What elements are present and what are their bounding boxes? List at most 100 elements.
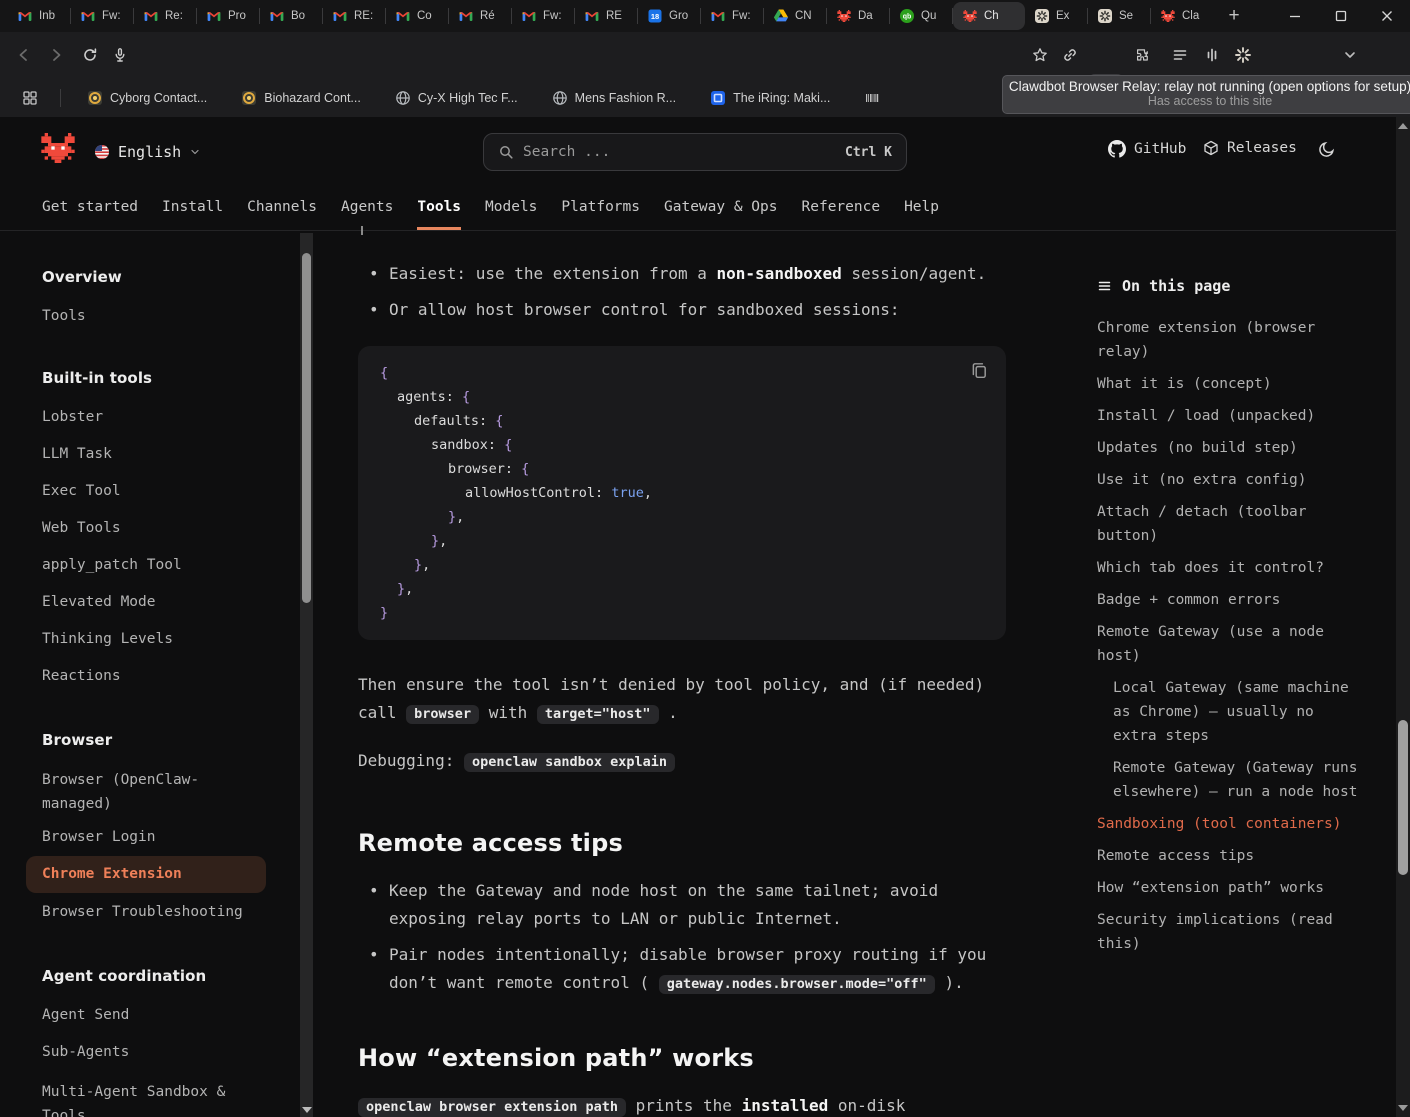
gmail-icon [710,8,726,24]
toc-item[interactable]: Install / load (unpacked) [1097,404,1351,428]
toc-item-active[interactable]: Sandboxing (tool containers) [1097,812,1351,836]
language-selector[interactable]: English [94,143,201,161]
nav-help[interactable]: Help [904,199,939,230]
browser-tab[interactable]: Co [386,0,449,32]
bookmark-star-button[interactable] [1028,43,1052,67]
nav-platforms[interactable]: Platforms [561,199,640,230]
bookmark-item[interactable]: Mens Fashion R... [552,90,676,106]
bookmark-item[interactable]: Biohazard Cont... [241,90,361,106]
nav-tools-active[interactable]: Tools [417,199,461,230]
sidebar-item-apply-patch-tool[interactable]: apply_patch Tool [42,557,256,574]
bookmark-item[interactable] [864,90,887,106]
copy-button[interactable] [968,359,990,381]
toc-item-indented[interactable]: Local Gateway (same machine as Chrome) —… [1113,676,1365,748]
toc-item[interactable]: How “extension path” works [1097,876,1351,900]
sidebar-item-browser-troubleshooting[interactable]: Browser Troubleshooting [42,904,256,921]
browser-tab[interactable]: Fw: [512,0,575,32]
search-input[interactable] [523,144,836,160]
toc-item-indented[interactable]: Remote Gateway (Gateway runs elsewhere) … [1113,756,1365,804]
browser-tab[interactable]: Gro [638,0,701,32]
browser-tab[interactable]: Qu [890,0,953,32]
mic-button[interactable] [108,43,132,67]
toc-item[interactable]: Security implications (read this) [1097,908,1351,956]
nav-gateway-ops[interactable]: Gateway & Ops [664,199,778,230]
toc-item[interactable]: What it is (concept) [1097,372,1351,396]
toc-item[interactable]: Which tab does it control? [1097,556,1351,580]
back-button[interactable] [12,43,36,67]
toc-item[interactable]: Remote Gateway (use a node host) [1097,620,1351,668]
sidebar-item-web-tools[interactable]: Web Tools [42,520,256,537]
nav-reference[interactable]: Reference [802,199,881,230]
bookmark-item[interactable]: Cy-X High Tec F... [395,90,518,106]
window-controls [1272,0,1410,32]
browser-tab[interactable]: Bo [260,0,323,32]
toc-item[interactable]: Use it (no extra config) [1097,468,1351,492]
browser-tab[interactable]: Ré [449,0,512,32]
on-this-page: On this page Chrome extension (browser r… [1097,277,1365,956]
site-logo-lobster[interactable] [38,133,78,163]
theme-toggle-button[interactable] [1318,140,1336,158]
nav-get-started[interactable]: Get started [42,199,138,230]
browser-tab[interactable]: RE: [323,0,386,32]
browser-tab-active[interactable]: Ch [953,2,1025,30]
toc-item[interactable]: Remote access tips [1097,844,1351,868]
search-box[interactable]: Ctrl K [483,133,907,171]
browser-tab[interactable]: Fw: [71,0,134,32]
toc-item[interactable]: Badge + common errors [1097,588,1351,612]
toc-item[interactable]: Chrome extension (browser relay) [1097,316,1351,364]
bookmark-item[interactable]: The iRing: Maki... [710,90,830,106]
sidebar-item-reactions[interactable]: Reactions [42,668,256,685]
scroll-up-arrow[interactable] [1398,123,1408,129]
nav-install[interactable]: Install [162,199,223,230]
close-button[interactable] [1364,0,1410,32]
nav-agents[interactable]: Agents [341,199,393,230]
page-scrollbar-thumb[interactable] [1398,720,1408,875]
sidebar-item-thinking-levels[interactable]: Thinking Levels [42,631,256,648]
sidebar-item-llm-task[interactable]: LLM Task [42,446,256,463]
new-tab-button[interactable]: + [1220,2,1248,30]
share-link-button[interactable] [1058,43,1082,67]
reading-list-button[interactable] [1168,43,1192,67]
browser-tab[interactable]: RE [575,0,638,32]
sidebar-item-browser-login[interactable]: Browser Login [42,829,256,846]
browser-tab[interactable]: Cla [1151,0,1214,32]
sidebar-item-chrome-extension-active[interactable]: Chrome Extension [26,856,266,893]
browser-tab[interactable]: Ex [1025,0,1088,32]
sidebar-item-lobster[interactable]: Lobster [42,409,256,426]
toc-item[interactable]: Attach / detach (toolbar button) [1097,500,1351,548]
sidebar-item-elevated-mode[interactable]: Elevated Mode [42,594,256,611]
maximize-button[interactable] [1318,0,1364,32]
toc-item[interactable]: Updates (no build step) [1097,436,1351,460]
sidebar-toggle-button[interactable] [1200,43,1224,67]
browser-tab[interactable]: CN [764,0,827,32]
bookmark-item[interactable]: Cyborg Contact... [87,90,207,106]
browser-tab[interactable]: Pro [197,0,260,32]
forward-icon [48,47,64,63]
browser-tab[interactable]: Se [1088,0,1151,32]
browser-tab[interactable]: Da [827,0,890,32]
sidebar-item-agent-send[interactable]: Agent Send [42,1007,256,1024]
sidebar-item-multi-agent-sandbox[interactable]: Multi-Agent Sandbox & Tools [42,1080,256,1117]
assistant-button[interactable] [1231,43,1255,67]
reload-button[interactable] [78,43,102,67]
minimize-button[interactable] [1272,0,1318,32]
sidebar-item-sub-agents[interactable]: Sub-Agents [42,1044,256,1061]
browser-tab[interactable]: Inb [8,0,71,32]
github-link[interactable]: GitHub [1108,140,1186,158]
releases-link[interactable]: Releases [1203,140,1297,156]
sidebar-scrollbar-thumb[interactable] [302,253,311,603]
drive-icon [773,8,789,24]
forward-button[interactable] [44,43,68,67]
sidebar-item-browser-openclaw-managed[interactable]: Browser (OpenClaw-managed) [42,768,256,816]
sidebar-scroll-down-arrow[interactable] [302,1107,312,1113]
sidebar-item-tools[interactable]: Tools [42,308,256,325]
nav-channels[interactable]: Channels [247,199,317,230]
apps-grid-icon[interactable] [22,90,38,106]
extensions-button[interactable] [1131,43,1155,67]
browser-tab[interactable]: Fw: [701,0,764,32]
nav-models[interactable]: Models [485,199,537,230]
sidebar-item-exec-tool[interactable]: Exec Tool [42,483,256,500]
profile-menu-button[interactable] [1338,43,1362,67]
browser-tab[interactable]: Re: [134,0,197,32]
scroll-down-arrow[interactable] [1398,1105,1408,1111]
